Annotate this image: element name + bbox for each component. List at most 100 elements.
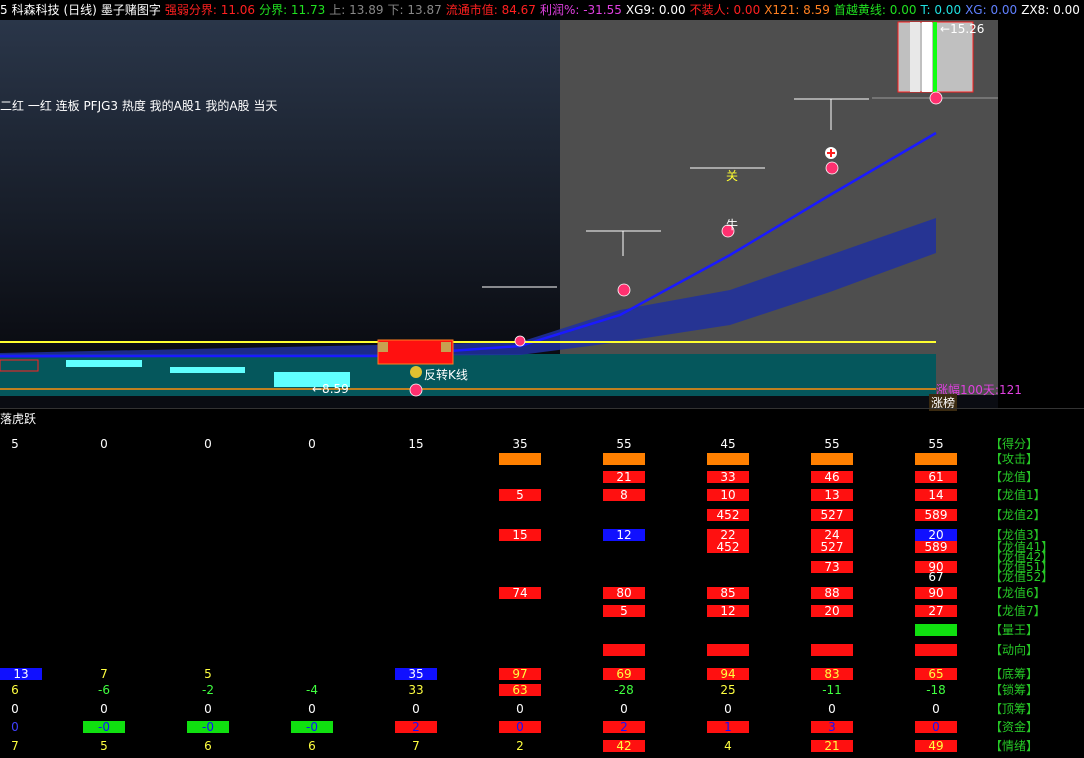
table-cell: 20 — [811, 605, 853, 617]
header-field: 科森科技 (日线) — [11, 3, 97, 17]
table-cell: 0 — [100, 702, 108, 716]
row-label: 【龙值2】 — [990, 508, 1046, 522]
table-cell: 35 — [512, 437, 528, 451]
row-label: 【顶筹】 — [990, 702, 1039, 716]
header-field: 首越黄线: 0.00 — [833, 3, 917, 17]
row-label: 【攻击】 — [990, 452, 1039, 466]
table-cell: 12 — [603, 529, 645, 541]
table-cell — [811, 644, 853, 656]
table-cell — [811, 453, 853, 465]
table-cell: 55 — [928, 437, 944, 451]
table-cell: 452 — [707, 509, 749, 521]
table-cell: 5 — [100, 739, 108, 753]
table-cell: 27 — [915, 605, 957, 617]
table-cell: 0 — [915, 721, 957, 733]
table-cell: 15 — [499, 529, 541, 541]
table-cell: 74 — [499, 587, 541, 599]
table-cell: 5 — [603, 605, 645, 617]
row-label: 【龙值1】 — [990, 488, 1046, 502]
panel-divider[interactable] — [0, 408, 1084, 409]
row-label: 【底筹】 — [990, 667, 1039, 681]
table-cell: 45 — [720, 437, 736, 451]
price-low-label: ←8.59 — [312, 382, 349, 396]
row-label: 【锁筹】 — [990, 683, 1039, 697]
table-cell: 21 — [811, 740, 853, 752]
table-cell: 69 — [603, 668, 645, 680]
table-cell — [707, 453, 749, 465]
header-field: XG9: 0.00 — [625, 3, 686, 17]
table-cell: 63 — [499, 684, 541, 696]
table-cell: 2 — [603, 721, 645, 733]
table-cell: 0 — [412, 702, 420, 716]
table-cell: 80 — [603, 587, 645, 599]
table-cell: 49 — [915, 740, 957, 752]
table-cell: 7 — [100, 667, 108, 681]
table-cell — [499, 453, 541, 465]
header-field: 分界: 11.73 — [259, 3, 326, 17]
table-cell: 3 — [811, 721, 853, 733]
chart-overlay — [0, 21, 998, 397]
table-cell: 90 — [915, 587, 957, 599]
header-field: T: 0.00 — [920, 3, 962, 17]
table-cell: 4 — [724, 739, 732, 753]
level-markers — [482, 98, 869, 288]
table-cell: 0 — [499, 721, 541, 733]
money-bag-icon — [410, 366, 422, 378]
quote-header-bar: 5 科森科技 (日线) 墨子赌图字 强弱分界: 11.06 分界: 11.73 上: 13… — [0, 0, 1084, 20]
table-cell: -0 — [83, 721, 125, 733]
table-cell: 0 — [100, 437, 108, 451]
table-cell: 0 — [620, 702, 628, 716]
table-cell: 0 — [11, 702, 19, 716]
table-cell: 5 — [204, 667, 212, 681]
table-cell: 12 — [707, 605, 749, 617]
kline-chart-area[interactable]: 二红 一红 连板 PFJG3 热度 我的A股1 我的A股 当天 ←15.26 ←… — [0, 20, 1084, 411]
table-cell: 2 — [516, 739, 524, 753]
header-field: 下: 13.87 — [387, 3, 442, 17]
header-field: 上: 13.89 — [329, 3, 384, 17]
table-cell: 0 — [828, 702, 836, 716]
table-cell: 14 — [915, 489, 957, 501]
table-cell: 0 — [204, 437, 212, 451]
table-cell: 6 — [308, 739, 316, 753]
table-cell — [707, 644, 749, 656]
table-cell: 46 — [811, 471, 853, 483]
reversal-label: 反转K线 — [424, 368, 468, 382]
table-cell: 25 — [720, 683, 736, 697]
row-label: 【龙值52】 — [990, 570, 1054, 584]
table-cell: 88 — [811, 587, 853, 599]
table-cell: 35 — [395, 668, 437, 680]
table-cell — [915, 453, 957, 465]
row-label: 【得分】 — [990, 437, 1039, 451]
table-cell: 5 — [11, 437, 19, 451]
table-cell: 0 — [308, 437, 316, 451]
cyan-bar-2 — [170, 367, 245, 373]
table-cell: -2 — [202, 683, 214, 697]
table-cell: 65 — [915, 668, 957, 680]
table-cell: 0 — [932, 702, 940, 716]
table-cell: 1 — [707, 721, 749, 733]
header-field: XG: 0.00 — [965, 3, 1018, 17]
table-title: 落虎跃 — [0, 412, 37, 426]
indicator-table: 落虎跃 【得分】 5 0 0 0 15 35 55 45 55 55 【攻击】 【龙值】 21 33 46 61… — [0, 410, 1084, 758]
row-label: 【资金】 — [990, 720, 1039, 734]
header-field: 不装人: 0.00 — [689, 3, 761, 17]
table-cell: 527 — [811, 541, 853, 553]
table-cell: 61 — [915, 471, 957, 483]
table-cell: 0 — [11, 720, 19, 734]
row-label: 【龙值7】 — [990, 604, 1046, 618]
table-cell: 6 — [204, 739, 212, 753]
header-field: 墨子赌图字 — [100, 3, 161, 17]
table-cell: 42 — [603, 740, 645, 752]
table-cell: 589 — [915, 541, 957, 553]
header-field: 流通市值: 84.67 — [445, 3, 536, 17]
table-cell: 6 — [11, 683, 19, 697]
table-cell: 5 — [499, 489, 541, 501]
table-cell — [915, 624, 957, 636]
top-candle-green — [933, 22, 937, 92]
guan-label: 关 — [726, 169, 739, 183]
table-cell: 0 — [308, 702, 316, 716]
candle-red-gold-l — [378, 342, 388, 352]
table-cell: -0 — [291, 721, 333, 733]
header-field: 强弱分界: 11.06 — [164, 3, 256, 17]
table-cell: 8 — [603, 489, 645, 501]
